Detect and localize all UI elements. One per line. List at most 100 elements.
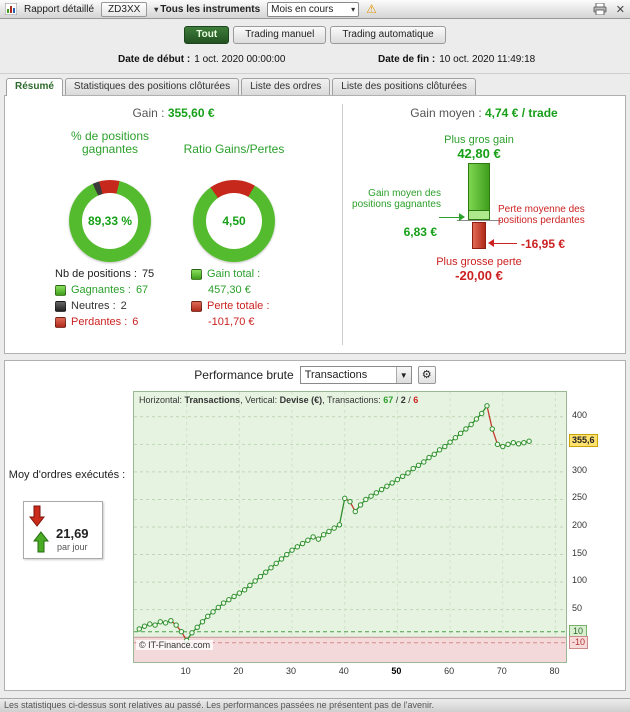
positions-stats: Nb de positions : 75 Gagnantes : 67 Neut… [55, 266, 154, 330]
performance-header: Performance brute Transactions ▼ ⚙ [5, 366, 625, 384]
legend-neutres: Neutres : 2 [55, 298, 154, 314]
performance-chart: Horizontal: Transactions, Vertical: Devi… [133, 391, 567, 663]
red-swatch-icon [55, 316, 66, 328]
ratio-label: Ratio Gains/Pertes [183, 142, 285, 156]
ratio-value: 4,50 [206, 193, 262, 249]
date-range: Date de début :1 oct. 2020 00:00:00 Date… [0, 54, 630, 67]
tab-resume[interactable]: Résumé [6, 78, 63, 96]
y-tick: 100 [572, 575, 588, 586]
mode-filter-group: Tout Trading manuel Trading automatique [0, 26, 630, 44]
y-axis: 50100150200250300350400355,610-10 [569, 391, 625, 663]
red-arrow-tip-icon [488, 239, 494, 247]
performance-title: Performance brute [194, 368, 294, 382]
moy-ordres-label: Moy d'ordres exécutés : [8, 469, 126, 481]
gain-moyen-value: 4,74 € / trade [485, 106, 558, 120]
titlebar: Rapport détaillé ZD3XX ▾ Tous les instru… [0, 0, 630, 19]
separator [0, 73, 630, 74]
y-tick: 300 [572, 464, 588, 475]
green-arrow-tip-icon [459, 213, 465, 221]
moy-ordres-box: 21,69 par jour [23, 501, 103, 559]
x-tick: 10 [180, 666, 191, 676]
chevron-down-icon: ▼ [395, 367, 411, 383]
window-title: Rapport détaillé [24, 3, 95, 15]
report-icon [5, 3, 17, 15]
red-swatch-icon [191, 300, 202, 312]
down-arrow-icon [29, 505, 45, 527]
tab-liste-positions[interactable]: Liste des positions clôturées [332, 78, 476, 95]
gain-moyen-line: Gain moyen : 4,74 € / trade [410, 106, 558, 120]
perte-bar [472, 222, 486, 249]
chevron-down-icon: ▾ [154, 4, 159, 14]
date-end: Date de fin :10 oct. 2020 11:49:18 [378, 54, 536, 65]
chevron-down-icon: ▾ [351, 4, 356, 14]
plus-gros-gain-label: Plus gros gain [444, 134, 514, 146]
moy-ordres-value: 21,69 [56, 526, 89, 541]
gain-moyen-gagnantes-value: 6,83 € [403, 225, 437, 239]
legend-gagnantes: Gagnantes : 67 [55, 282, 154, 298]
legend-perdantes: Perdantes : 6 [55, 314, 154, 330]
filter-trading-automatique-button[interactable]: Trading automatique [330, 26, 446, 44]
red-arrow-icon [494, 243, 517, 244]
plus-grosse-perte-value: -20,00 € [455, 268, 503, 283]
tab-statistiques[interactable]: Statistiques des positions clôturées [64, 78, 240, 95]
copyright-label: © IT-Finance.com [136, 640, 214, 650]
summary-panel: Gain : 355,60 € % de positions gagnantes… [4, 95, 626, 354]
plus-gros-gain-value: 42,80 € [457, 146, 501, 161]
x-tick: 50 [391, 666, 402, 676]
dark-swatch-icon [55, 300, 66, 312]
date-start: Date de début :1 oct. 2020 00:00:00 [118, 54, 286, 65]
chart-header: Horizontal: Transactions, Vertical: Devi… [139, 395, 419, 405]
perte-moyenne-label: Perte moyenne des positions perdantes [498, 204, 585, 226]
period-select[interactable]: Mois en cours ▾ [267, 1, 360, 17]
pct-gagnantes-value: 89,33 % [82, 193, 138, 249]
y-tick: 200 [572, 520, 588, 530]
perte-moyenne-value: -16,95 € [521, 237, 566, 251]
horizontal-unit-select[interactable]: Transactions ▼ [299, 366, 412, 384]
gain-moyen-gagnantes-label: Gain moyen des positions gagnantes [352, 188, 441, 210]
losses-count: 6 [413, 395, 419, 405]
tab-liste-ordres[interactable]: Liste des ordres [241, 78, 331, 95]
detailed-report-window: Rapport détaillé ZD3XX ▾ Tous les instru… [0, 0, 630, 712]
x-tick: 70 [496, 666, 507, 676]
status-bar: Les statistiques ci-dessus sont relative… [0, 698, 630, 712]
green-swatch-icon [55, 284, 66, 296]
chart-settings-button[interactable]: ⚙ [417, 366, 436, 384]
x-tick: 80 [549, 666, 560, 676]
x-tick: 40 [338, 666, 349, 676]
filter-tout-button[interactable]: Tout [184, 26, 230, 44]
warning-icon[interactable]: ⚠ [366, 3, 377, 15]
x-tick: 60 [444, 666, 455, 676]
green-arrow-icon [439, 217, 459, 218]
x-axis: 10 20 30 40 50 60 70 80 [133, 666, 567, 678]
y-badge: -10 [569, 635, 589, 649]
gain-total-line: Gain : 355,60 € [132, 106, 215, 120]
perte-totale-label: Perte totale : [191, 298, 269, 314]
nb-positions: Nb de positions : 75 [55, 268, 155, 280]
moy-ordres-unit: par jour [57, 542, 88, 552]
equity-curve [134, 392, 566, 662]
pct-gagnantes-label: % de positions gagnantes [70, 129, 150, 156]
gain-total-value: 457,30 € [208, 284, 251, 296]
filter-trading-manuel-button[interactable]: Trading manuel [233, 26, 327, 44]
totals-stats: Gain total : 457,30 € Perte totale : -10… [191, 266, 269, 330]
donut-ratio: 4,50 [193, 180, 275, 262]
green-swatch-icon [191, 268, 202, 280]
close-icon[interactable]: ✕ [616, 3, 625, 16]
y-tick: 250 [572, 492, 588, 503]
y-badge: 355,6 [569, 434, 598, 448]
gain-total-label: Gain total : [191, 266, 269, 282]
y-tick: 50 [572, 602, 583, 613]
document-tab[interactable]: ZD3XX [101, 1, 148, 17]
gain-avg-zone [469, 210, 489, 219]
perte-totale-value: -101,70 € [208, 316, 255, 328]
gain-bar [468, 163, 490, 220]
y-tick: 150 [572, 547, 588, 558]
x-tick: 30 [286, 666, 297, 676]
print-icon[interactable] [593, 3, 607, 15]
y-tick: 400 [572, 409, 588, 420]
x-tick: 20 [233, 666, 244, 676]
donut-pct-gagnantes: 89,33 % [69, 180, 151, 262]
up-arrow-icon [33, 531, 49, 553]
instruments-dropdown[interactable]: ▾ Tous les instruments [154, 4, 260, 15]
gain-value: 355,60 € [167, 106, 215, 120]
